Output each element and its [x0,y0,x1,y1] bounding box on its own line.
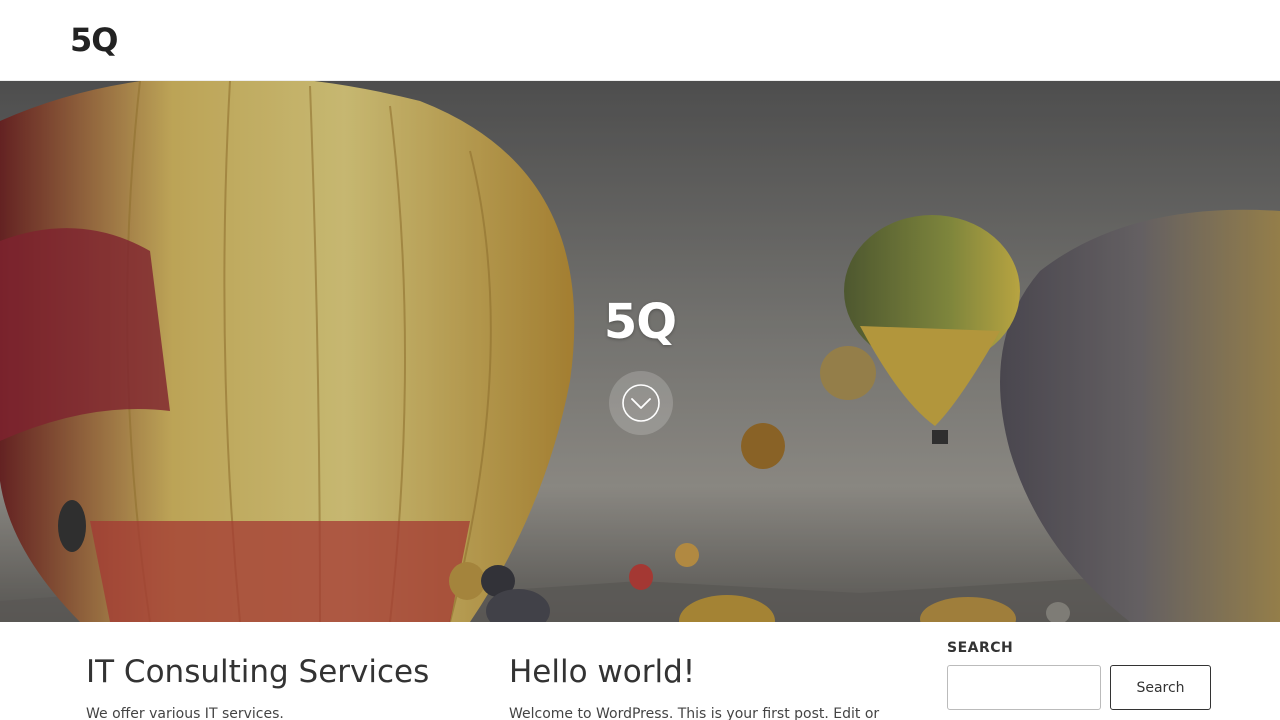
site-title-link[interactable]: 5Q [70,20,118,60]
hero-overlay [0,81,1280,622]
post-title-link[interactable]: IT Consulting Services [86,640,466,704]
chevron-down-circle-icon [622,384,660,422]
post-excerpt: Welcome to WordPress. This is your first… [509,706,880,720]
search-button[interactable]: Search [1110,665,1211,710]
post-card: IT Consulting Services We offer various … [86,640,466,720]
post-title-link[interactable]: Hello world! [509,640,899,704]
search-form: Search [947,665,1212,710]
search-input[interactable] [947,665,1101,710]
search-widget-title: SEARCH [947,640,1014,656]
post-excerpt: We offer various IT services. [86,706,284,720]
scroll-down-button[interactable] [609,371,673,435]
hero-title: 5Q [603,294,677,350]
post-card: Hello world! Welcome to WordPress. This … [509,640,899,720]
hero-banner: 5Q [0,81,1280,622]
search-widget: SEARCH Search [947,637,1212,710]
site-header: 5Q [0,0,1280,81]
